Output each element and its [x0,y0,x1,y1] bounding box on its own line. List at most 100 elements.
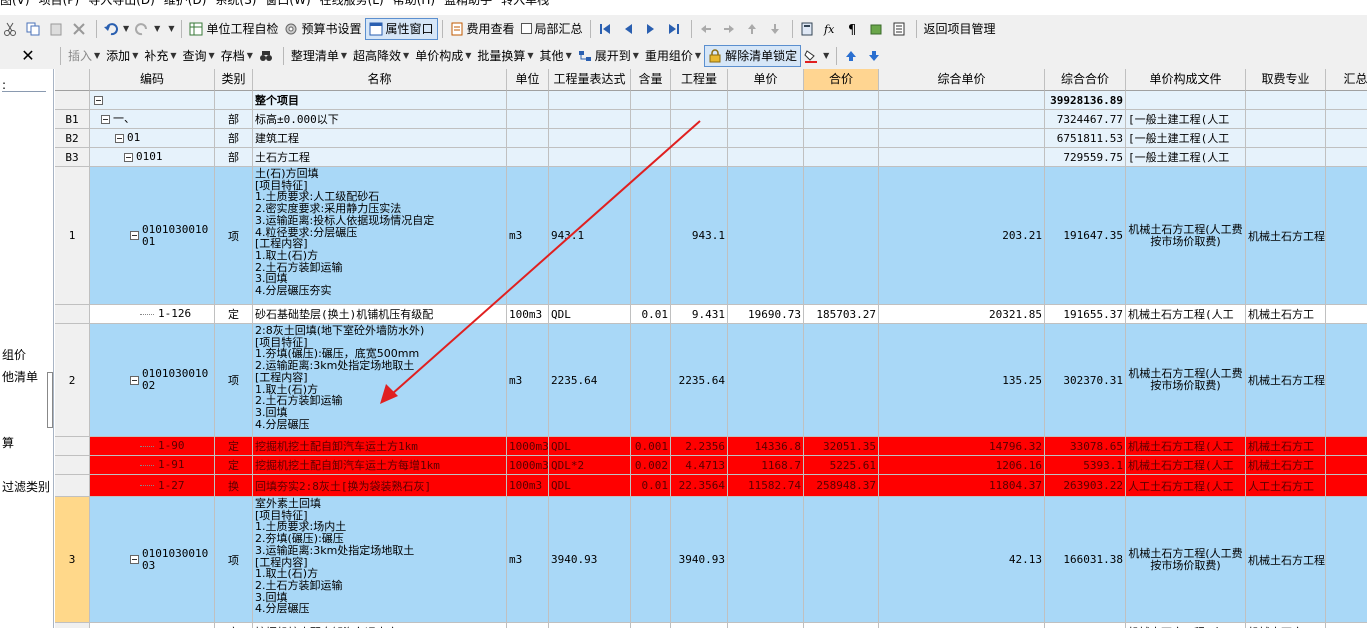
menu-item[interactable]: 转入单栈 [501,0,549,8]
column-header-expr[interactable]: 工程量表达式 [549,69,631,91]
cell-qty[interactable]: 943.1 [671,167,728,305]
cell-qty[interactable]: 2.2356 [671,437,728,456]
cell-file[interactable] [1126,91,1246,110]
column-header-comp_price[interactable]: 综合单价 [879,69,1045,91]
cell-comp_total[interactable]: 7324467.77 [1045,110,1126,129]
cell-comp_total[interactable]: 191655.37 [1045,305,1126,324]
collapse-toggle-icon[interactable] [115,133,124,143]
table-row[interactable]: 1-91 定挖掘机挖土配自卸汽车运土方每增1km 1000m3 QDL*2 0.002 4… [55,456,1367,475]
expand-to-menu[interactable]: 展开到 ▼ [575,45,642,67]
cell-name[interactable]: 2:8灰土回填(地下室砼外墙防水外) [项目特征] 1.夯填(碾压):碾压，底宽… [253,324,507,437]
cell-fee[interactable]: 机械土石方工 [1246,437,1326,456]
cell-file[interactable]: [一般土建工程(人工 [1126,129,1246,148]
cell-expr[interactable]: QDL [549,437,631,456]
table-row[interactable]: 1-27 换回填夯实2:8灰土[换为袋装熟石灰] 100m3 QDL 0.01 22.35… [55,475,1367,497]
cell-sum[interactable] [1326,129,1367,148]
cell-code[interactable]: 0101030010 02 [90,324,215,437]
cell-sum[interactable] [1326,475,1367,497]
cell-comp_price[interactable] [879,623,1045,628]
menu-item[interactable]: 帮助(H) [393,0,435,8]
left-panel-item[interactable]: 算 [2,434,14,451]
cell-type[interactable]: 定 [215,437,253,456]
cell-qty[interactable]: 3940.93 [671,497,728,623]
redo-button[interactable]: ▼ [132,18,163,40]
cell-code[interactable]: 1-27 [90,475,215,497]
cell-code[interactable]: 1-91 [90,456,215,475]
calculator-button[interactable] [797,18,820,40]
cell-qty[interactable]: 22.3564 [671,475,728,497]
fee-view-button[interactable]: 费用查看 [447,18,518,40]
cell-file[interactable]: 机械土石方工程(人工费按市场价取费) [1126,497,1246,623]
cell-total[interactable] [804,167,879,305]
move-down-button[interactable] [765,18,788,40]
cell-sum[interactable] [1326,305,1367,324]
cell-type[interactable]: 定 [215,456,253,475]
cell-unit[interactable]: 100m3 [507,475,549,497]
cell-total[interactable] [804,110,879,129]
cell-file[interactable]: 机械土石方工程(人工 [1126,305,1246,324]
insert-menu[interactable]: 插入 ▼ [65,45,103,67]
cell-qty[interactable] [671,148,728,167]
cell-price[interactable] [728,324,804,437]
organize-list-menu[interactable]: 整理清单 ▼ [288,45,350,67]
cell-code[interactable] [90,91,215,110]
paste-button[interactable] [46,18,69,40]
unit-price-comp-menu[interactable]: 单价构成 ▼ [412,45,474,67]
close-panel-button[interactable]: ✕ [0,45,56,67]
store-menu[interactable]: 存档 ▼ [218,45,256,67]
cell-price[interactable] [728,91,804,110]
cell-sum[interactable] [1326,167,1367,305]
cell-type[interactable]: 换 [215,475,253,497]
cell-code[interactable] [90,623,215,628]
cell-content[interactable] [631,129,671,148]
menu-item[interactable]: 在线服务(L) [320,0,384,8]
budget-settings-button[interactable]: 预算书设置 [281,18,364,40]
cell-expr[interactable] [549,110,631,129]
cell-total[interactable] [804,91,879,110]
cell-file[interactable]: 机械土石方工程(人工费按市场价取费) [1126,324,1246,437]
cell-fee[interactable] [1246,91,1326,110]
batch-convert-menu[interactable]: 批量换算 ▼ [474,45,536,67]
column-header-content[interactable]: 含量 [631,69,671,91]
delete-button[interactable] [69,18,92,40]
collapse-toggle-icon[interactable] [101,114,110,124]
cell-total[interactable] [804,623,879,628]
column-header-type[interactable]: 类别 [215,69,253,91]
partial-summary-checkbox[interactable]: 局部汇总 [518,18,586,40]
move-right-button[interactable] [719,18,742,40]
cell-sum[interactable] [1326,437,1367,456]
collapse-toggle-icon[interactable] [130,555,139,564]
cell-price[interactable] [728,167,804,305]
cell-content[interactable] [631,91,671,110]
menu-item[interactable]: 导入导出(D) [88,0,155,8]
cell-comp_price[interactable]: 135.25 [879,324,1045,437]
cell-total[interactable]: 185703.27 [804,305,879,324]
cell-price[interactable]: 19690.73 [728,305,804,324]
cell-name[interactable]: 标高±0.000以下 [253,110,507,129]
cell-type[interactable]: 定 [215,623,253,628]
cell-total[interactable]: 5225.61 [804,456,879,475]
menu-item[interactable]: 蓝精助手 [444,0,492,8]
cell-total[interactable] [804,497,879,623]
cell-code[interactable]: 1-126 [90,305,215,324]
cell-type[interactable]: 项 [215,324,253,437]
cell-unit[interactable]: m3 [507,324,549,437]
cell-price[interactable] [728,129,804,148]
column-header-file[interactable]: 单价构成文件 [1126,69,1246,91]
cell-price[interactable]: 11582.74 [728,475,804,497]
table-row[interactable]: B3 0101 部土石方工程 729559.75 [一般土建工程(人工 [55,148,1367,167]
toolbar-more-button[interactable]: ▼ [163,18,177,40]
list-button[interactable] [889,18,912,40]
cell-fee[interactable]: 机械土石方工程 [1246,167,1326,305]
cell-fee[interactable]: 机械土石方工 [1246,456,1326,475]
cell-fee[interactable]: 机械土石方工程 [1246,497,1326,623]
cell-fee[interactable]: 机械土石方工程 [1246,324,1326,437]
cell-qty[interactable]: 2235.64 [671,324,728,437]
cell-code[interactable]: 1-90 [90,437,215,456]
cell-sum[interactable] [1326,623,1367,628]
cell-comp_price[interactable]: 11804.37 [879,475,1045,497]
move-left-button[interactable] [696,18,719,40]
cell-unit[interactable] [507,91,549,110]
cell-comp_total[interactable]: 6751811.53 [1045,129,1126,148]
cell-type[interactable]: 部 [215,148,253,167]
